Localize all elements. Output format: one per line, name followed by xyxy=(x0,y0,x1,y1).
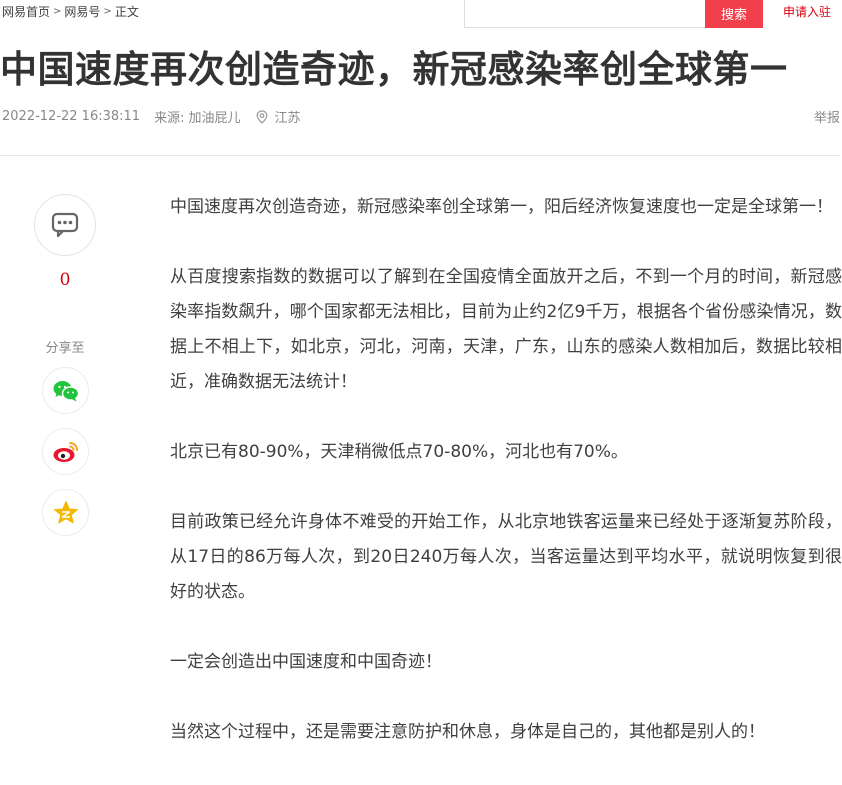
breadcrumb-current: 正文 xyxy=(114,4,139,19)
article-paragraph: 目前政策已经允许身体不难受的开始工作，从北京地铁客运量来已经处于逐渐复苏阶段，从… xyxy=(170,512,842,602)
breadcrumb-separator: > xyxy=(103,5,112,17)
article-meta: 2022-12-22 16:38:11 来源: 加油屁儿 江苏 xyxy=(2,107,301,126)
header-divider xyxy=(0,155,840,156)
location-text: 江苏 xyxy=(274,111,301,126)
comment-bubble-icon xyxy=(51,212,79,238)
search-box xyxy=(464,0,705,28)
article-paragraph: 中国速度再次创造奇迹，新冠感染率创全球第一，阳后经济恢复速度也一定是全球第一！ xyxy=(170,197,833,217)
article-paragraph: 一定会创造出中国速度和中国奇迹！ xyxy=(170,652,442,672)
article-body: 中国速度再次创造奇迹，新冠感染率创全球第一，阳后经济恢复速度也一定是全球第一！ … xyxy=(170,190,842,785)
location-pin-icon xyxy=(257,109,268,124)
qzone-icon xyxy=(53,500,78,523)
weibo-icon xyxy=(53,441,78,462)
wechat-icon xyxy=(53,380,79,401)
article-paragraph: 从百度搜索指数的数据可以了解到在全国疫情全面放开之后，不到一个月的时间，新冠感染… xyxy=(170,267,842,392)
share-weibo-button[interactable] xyxy=(42,428,89,475)
breadcrumb-home-link[interactable]: 网易首页 xyxy=(2,3,50,20)
article-paragraph: 当然这个过程中，还是需要注意防护和休息，身体是自己的，其他都是别人的！ xyxy=(170,722,765,742)
source-label: 来源: xyxy=(154,111,185,126)
article-title: 中国速度再次创造奇迹，新冠感染率创全球第一 xyxy=(0,48,788,91)
publish-date: 2022-12-22 16:38:11 xyxy=(2,109,141,124)
comment-button[interactable] xyxy=(34,194,96,256)
breadcrumb-separator: > xyxy=(53,5,62,17)
search-button[interactable]: 搜索 xyxy=(705,0,763,28)
comment-count[interactable]: 0 xyxy=(34,270,96,290)
article-paragraph: 北京已有80-90%，天津稍微低点70-80%，河北也有70%。 xyxy=(170,442,628,462)
source-name-link[interactable]: 加油屁儿 xyxy=(188,107,240,126)
share-wechat-button[interactable] xyxy=(42,367,89,414)
share-qzone-button[interactable] xyxy=(42,489,89,536)
breadcrumb-netease-hao-link[interactable]: 网易号 xyxy=(64,3,100,20)
apply-join-link[interactable]: 申请入驻 xyxy=(783,3,831,20)
search-input[interactable] xyxy=(465,0,705,27)
report-link[interactable]: 举报 xyxy=(814,107,840,126)
breadcrumb: 网易首页 > 网易号 > 正文 xyxy=(2,3,139,19)
share-label: 分享至 xyxy=(45,341,85,356)
